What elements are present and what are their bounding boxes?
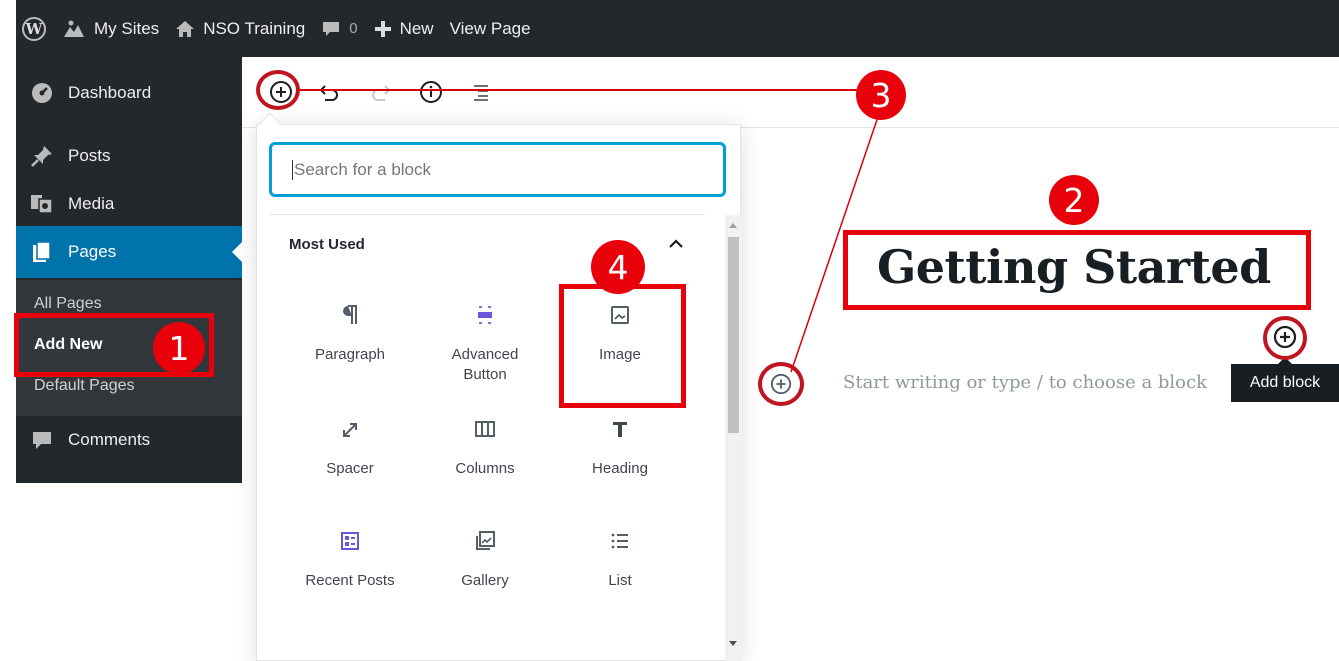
- chevron-up-icon: [669, 239, 683, 248]
- admin-bar: W My Sites NSO Training 0 New View Page: [16, 0, 1339, 57]
- annotation-badge-3: 3: [856, 70, 906, 120]
- heading-icon: [610, 414, 630, 444]
- block-heading[interactable]: Heading: [560, 414, 680, 479]
- block-recent-posts[interactable]: Recent Posts: [290, 526, 410, 591]
- new-label: New: [399, 18, 434, 38]
- wordpress-editor-screen: W My Sites NSO Training 0 New View Page …: [0, 0, 1339, 661]
- annotation-ring-side-add: [1263, 316, 1307, 360]
- block-paragraph[interactable]: Paragraph: [290, 300, 410, 365]
- editor-toolbar: [242, 57, 1339, 128]
- inserter-divider: [270, 214, 705, 215]
- inserter-scrollbar[interactable]: [725, 215, 742, 661]
- block-label: Columns: [455, 460, 515, 477]
- sidebar-item-dashboard[interactable]: Dashboard: [16, 81, 242, 105]
- sidebar-item-label: Posts: [68, 146, 111, 165]
- sidebar-item-comments[interactable]: Comments: [16, 428, 242, 452]
- sidebar-item-posts[interactable]: Posts: [16, 144, 242, 168]
- sidebar-item-label: Media: [68, 194, 115, 213]
- admin-sidebar: Dashboard Posts Media Pages All Pages Ad…: [16, 57, 242, 483]
- list-icon: [610, 526, 630, 556]
- block-list[interactable]: List: [560, 526, 680, 591]
- block-label: Spacer: [326, 460, 374, 477]
- block-navigation-icon: [474, 85, 488, 101]
- scroll-up-arrow[interactable]: [729, 223, 737, 228]
- sidebar-item-pages[interactable]: Pages: [16, 226, 242, 278]
- block-navigation-button[interactable]: [466, 77, 496, 107]
- text-caret: [292, 159, 293, 180]
- scroll-thumb[interactable]: [728, 237, 739, 433]
- search-placeholder: Search for a block: [294, 159, 432, 179]
- submenu-default-pages[interactable]: Default Pages: [34, 377, 135, 395]
- sidebar-item-media[interactable]: Media: [16, 192, 242, 216]
- home-icon: [176, 20, 195, 37]
- sidebar-item-label: Dashboard: [68, 83, 152, 102]
- wordpress-logo-icon: W: [22, 16, 46, 41]
- sites-icon: [64, 20, 84, 37]
- new-content-menu[interactable]: New: [366, 0, 442, 57]
- site-name-label: NSO Training: [203, 18, 306, 38]
- annotation-box-image: [559, 284, 686, 408]
- redo-button[interactable]: [366, 77, 396, 107]
- pushpin-icon: [16, 144, 68, 168]
- pages-icon: [16, 241, 68, 263]
- redo-icon: [372, 85, 391, 101]
- annotation-ring-toolbar-add: [256, 70, 300, 110]
- wordpress-logo-button[interactable]: W: [16, 0, 54, 57]
- comment-bubble-icon: [323, 21, 340, 36]
- sidebar-item-label: Comments: [68, 430, 151, 449]
- submenu-all-pages[interactable]: All Pages: [34, 295, 102, 313]
- most-used-heading: Most Used: [289, 236, 365, 253]
- sidebar-item-label: Pages: [68, 242, 117, 261]
- block-label: Advanced Button: [451, 346, 519, 383]
- add-block-tooltip: Add block: [1231, 357, 1339, 402]
- media-icon: [16, 193, 68, 215]
- block-label: Recent Posts: [305, 572, 395, 589]
- block-columns[interactable]: Columns: [425, 414, 545, 479]
- comments-count: 0: [349, 20, 358, 37]
- block-search-input[interactable]: Search for a block: [270, 143, 725, 196]
- undo-button[interactable]: [314, 77, 344, 107]
- comments-menu[interactable]: 0: [313, 0, 365, 57]
- recent-posts-icon: [340, 526, 360, 556]
- content-info-button[interactable]: [416, 77, 446, 107]
- block-gallery[interactable]: Gallery: [425, 526, 545, 591]
- annotation-box-title: [843, 230, 1311, 310]
- columns-icon: [474, 414, 496, 444]
- scroll-down-arrow[interactable]: [729, 641, 737, 646]
- advanced-button-icon: [475, 300, 495, 330]
- collapse-section-button[interactable]: [665, 233, 687, 260]
- block-advanced-button[interactable]: Advanced Button: [425, 300, 545, 385]
- block-label: List: [608, 572, 632, 589]
- paragraph-icon: [340, 300, 360, 330]
- dashboard-icon: [16, 82, 68, 104]
- block-spacer[interactable]: Spacer: [290, 414, 410, 479]
- active-indicator: [232, 242, 242, 262]
- block-label: Heading: [592, 460, 648, 477]
- block-label: Gallery: [461, 572, 509, 589]
- my-sites-label: My Sites: [94, 18, 160, 38]
- annotation-badge-2: 2: [1049, 175, 1099, 225]
- my-sites-menu[interactable]: My Sites: [54, 0, 167, 57]
- site-name-menu[interactable]: NSO Training: [167, 0, 313, 57]
- info-icon: [420, 81, 442, 103]
- annotation-ring-inline-add: [758, 362, 804, 406]
- annotation-badge-1: 1: [153, 322, 205, 374]
- gallery-icon: [474, 526, 496, 556]
- view-page-label: View Page: [449, 18, 531, 38]
- view-page-link[interactable]: View Page: [442, 0, 539, 57]
- comment-icon: [16, 430, 68, 450]
- block-label: Paragraph: [314, 346, 386, 363]
- annotation-badge-4: 4: [591, 240, 645, 294]
- paragraph-placeholder[interactable]: Start writing or type / to choose a bloc…: [843, 372, 1207, 393]
- plus-icon: [374, 20, 391, 37]
- spacer-icon: [340, 414, 360, 444]
- undo-icon: [319, 85, 338, 101]
